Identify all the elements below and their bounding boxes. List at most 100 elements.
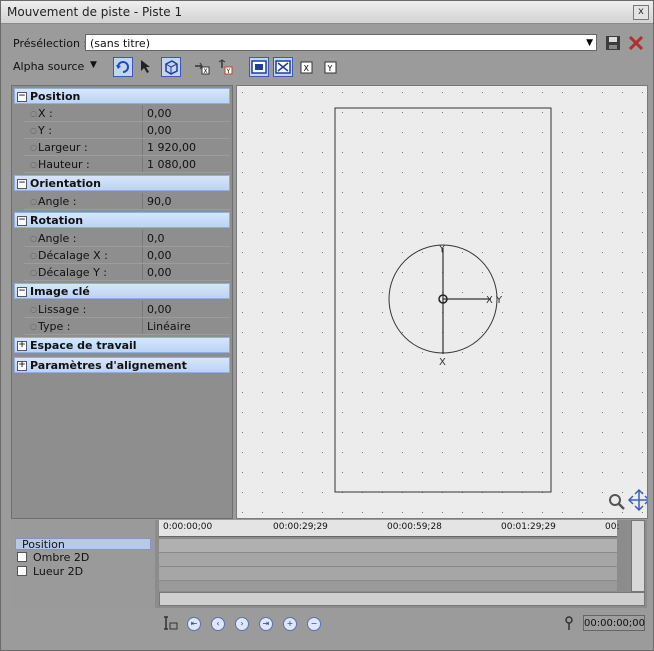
object-mode-tool[interactable] (161, 57, 181, 77)
prop-row-type[interactable]: ○ Type : Linéaire (14, 318, 230, 335)
prop-value[interactable]: Linéaire (147, 320, 191, 333)
motion-canvas[interactable]: Y X X Y (236, 85, 651, 519)
expand-icon (275, 60, 291, 74)
prop-row-offset-y[interactable]: ○ Décalage Y :0,00 (14, 264, 230, 281)
ruler-tick: 00:01:29;29 (501, 522, 556, 532)
sync-cursor-icon[interactable] (163, 615, 179, 631)
collapse-icon[interactable]: − (17, 287, 27, 297)
move-x-icon: X (195, 62, 210, 75)
prop-row-offset-x[interactable]: ○ Décalage X :0,00 (14, 247, 230, 264)
zoom-edit-tool[interactable] (137, 57, 157, 77)
section-title: Paramètres d'alignement (30, 359, 187, 372)
lock-icon[interactable] (563, 615, 575, 631)
prop-value[interactable]: 0,00 (147, 124, 172, 137)
prop-row-height[interactable]: ○ Hauteur :1 080,00 (14, 156, 230, 173)
prop-value[interactable]: 0,00 (147, 107, 172, 120)
prop-row-smoothness[interactable]: ○ Lissage :0,00 (14, 301, 230, 318)
prop-row-x[interactable]: ○ X :0,00 (14, 105, 230, 122)
section-rotation[interactable]: − Rotation (14, 212, 230, 228)
current-time-display[interactable]: 00:00:00;00 (583, 615, 645, 631)
normal-edit-tool[interactable] (113, 57, 133, 77)
section-title: Orientation (30, 177, 101, 190)
delete-preset-icon[interactable] (627, 34, 645, 52)
prop-value[interactable]: 1 920,00 (147, 141, 196, 154)
section-keyframe[interactable]: − Image clé (14, 283, 230, 299)
prevent-scaling-tool[interactable] (273, 57, 293, 77)
preset-dropdown[interactable]: (sans titre) ▼ (85, 34, 597, 51)
track-glow-2d[interactable]: Lueur 2D (15, 566, 151, 578)
canvas-drawing: Y X X Y (237, 86, 651, 518)
prop-value[interactable]: 0,00 (147, 303, 172, 316)
transport-bar: ⇤ ‹ › ⇥ + − 00:00:00;00 (11, 611, 647, 635)
track-motion-window: Mouvement de piste - Piste 1 x Présélect… (0, 0, 654, 651)
timeline-vertical-scrollbar[interactable] (631, 520, 645, 592)
collapse-icon[interactable]: − (17, 92, 27, 102)
section-workspace[interactable]: + Espace de travail (14, 337, 230, 353)
section-title: Image clé (30, 285, 90, 298)
section-alignment[interactable]: + Paramètres d'alignement (14, 357, 230, 373)
time-ruler[interactable]: 0:00:00;00 00:00:29;29 00:00:59;28 00:01… (159, 520, 620, 537)
alpha-source-label[interactable]: Alpha source (13, 60, 84, 73)
expand-icon[interactable]: + (17, 341, 27, 351)
lock-x-tool[interactable]: X (192, 57, 212, 77)
expand-icon[interactable]: + (17, 361, 27, 371)
scale-y-tool[interactable]: Y (321, 57, 341, 77)
keyframe-timeline: Position Ombre 2D Lueur 2D 0:00:00;00 00… (11, 520, 647, 608)
last-keyframe-icon[interactable]: ⇥ (259, 617, 273, 631)
track-shadow-2d[interactable]: Ombre 2D (15, 552, 151, 564)
timeline-horizontal-scrollbar[interactable] (159, 592, 645, 606)
scale-x-tool[interactable]: X (297, 57, 317, 77)
edit-in-object-space-tool[interactable] (249, 57, 269, 77)
previous-keyframe-icon[interactable]: ‹ (211, 617, 225, 631)
move-pointer-icon (141, 60, 150, 73)
track-label: Ombre 2D (33, 551, 90, 564)
title-bar: Mouvement de piste - Piste 1 x (1, 1, 653, 24)
prop-value[interactable]: 0,0 (147, 232, 165, 245)
section-orientation[interactable]: − Orientation (14, 175, 230, 191)
track-enable-checkbox[interactable] (17, 552, 27, 562)
preset-label: Présélection : (13, 37, 88, 50)
preset-row: Présélection : (sans titre) ▼ (1, 31, 653, 55)
svg-text:X: X (204, 68, 208, 75)
window-title: Mouvement de piste - Piste 1 (7, 5, 183, 19)
prop-key: Décalage X : (38, 249, 108, 262)
cube-icon (165, 60, 178, 75)
toolbar: Alpha source ▼ X Y X Y (1, 57, 653, 79)
prop-row-y[interactable]: ○ Y :0,00 (14, 122, 230, 139)
svg-text:X: X (304, 64, 310, 73)
prop-row-rotation-angle[interactable]: ○ Angle :0,0 (14, 230, 230, 247)
prop-value[interactable]: 0,00 (147, 266, 172, 279)
first-keyframe-icon[interactable]: ⇤ (187, 617, 201, 631)
collapse-icon[interactable]: − (17, 179, 27, 189)
prop-key: Décalage Y : (38, 266, 107, 279)
properties-panel: − Position ○ X :0,00 ○ Y :0,00 ○ Largeur :1 … (11, 85, 233, 519)
remove-keyframe-icon[interactable]: − (307, 617, 321, 631)
rotate-icon (116, 61, 129, 73)
ruler-tick: 00: (605, 522, 620, 532)
track-lane-position[interactable] (159, 538, 617, 553)
prop-row-width[interactable]: ○ Largeur :1 920,00 (14, 139, 230, 156)
prop-value[interactable]: 90,0 (147, 195, 172, 208)
track-enable-checkbox[interactable] (17, 566, 27, 576)
prop-value[interactable]: 0,00 (147, 249, 172, 262)
next-keyframe-icon[interactable]: › (235, 617, 249, 631)
ruler-tick: 00:00:29;29 (273, 522, 328, 532)
prop-row-orientation-angle[interactable]: ○ Angle :90,0 (14, 193, 230, 210)
section-position[interactable]: − Position (14, 88, 230, 104)
save-preset-icon[interactable] (604, 34, 622, 52)
prop-value[interactable]: 1 080,00 (147, 158, 196, 171)
track-lane-empty (159, 580, 617, 591)
track-list: Position Ombre 2D Lueur 2D (11, 520, 155, 608)
track-position[interactable]: Position (15, 538, 151, 551)
lock-y-tool[interactable]: Y (215, 57, 235, 77)
track-lane-glow[interactable] (159, 566, 617, 581)
add-keyframe-icon[interactable]: + (283, 617, 297, 631)
alpha-source-dropdown-icon[interactable]: ▼ (90, 60, 97, 70)
frame-icon (251, 60, 267, 74)
chevron-down-icon[interactable]: ▼ (586, 35, 593, 52)
svg-text:Y: Y (226, 68, 231, 75)
section-title: Espace de travail (30, 339, 137, 352)
collapse-icon[interactable]: − (17, 216, 27, 226)
close-icon[interactable]: x (633, 5, 649, 20)
track-lane-shadow[interactable] (159, 552, 617, 567)
